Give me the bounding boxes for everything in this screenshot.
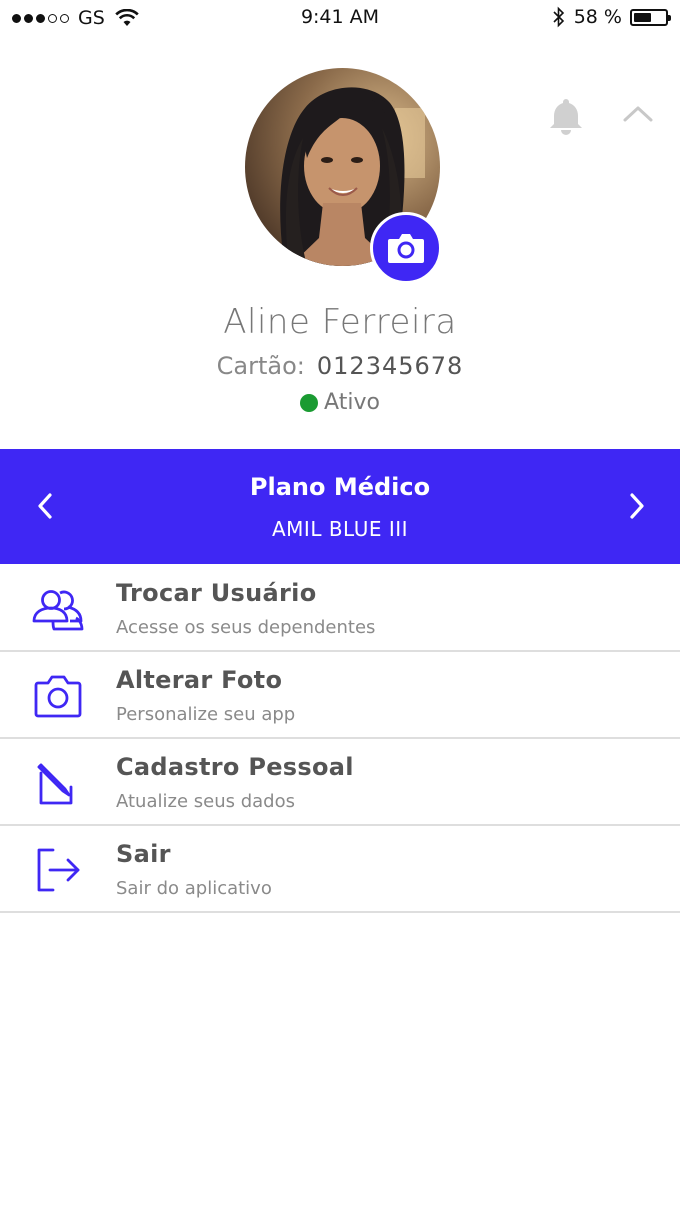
- menu-item-subtitle: Acesse os seus dependentes: [116, 617, 376, 638]
- menu-item-title: Sair: [116, 840, 171, 868]
- menu-item-icon: [28, 670, 88, 722]
- battery-percentage: 58 %: [573, 6, 622, 28]
- status-right: 58 %: [552, 6, 671, 28]
- logout-icon: [37, 848, 80, 892]
- status-indicator-icon: [300, 393, 319, 412]
- bell-icon: [550, 99, 582, 135]
- menu-item-switch-user[interactable]: Trocar Usuário Acesse os seus dependente…: [0, 565, 680, 652]
- edit-icon: [37, 763, 73, 805]
- chevron-right-icon: [630, 493, 644, 519]
- menu-item-title: Cadastro Pessoal: [116, 753, 354, 781]
- users-icon: [32, 590, 84, 631]
- menu-item-title: Alterar Foto: [116, 666, 283, 694]
- plan-selector: Plano Médico AMIL BLUE III: [0, 449, 680, 564]
- camera-icon: [388, 234, 424, 263]
- next-plan-button[interactable]: [622, 489, 652, 523]
- status-bar: GS 9:41 AM 58 %: [0, 0, 680, 38]
- plan-title: Plano Médico: [249, 473, 431, 501]
- menu-list: Trocar Usuário Acesse os seus dependente…: [0, 565, 680, 913]
- collapse-button[interactable]: [622, 104, 654, 128]
- battery-level: [634, 12, 652, 22]
- bluetooth-icon: [553, 6, 564, 28]
- camera-icon: [34, 675, 82, 718]
- card-number: 012345678: [316, 352, 464, 380]
- menu-item-personal-data[interactable]: Cadastro Pessoal Atualize seus dados: [0, 739, 680, 826]
- plan-name: AMIL BLUE III: [271, 517, 409, 541]
- menu-item-logout[interactable]: Sair Sair do aplicativo: [0, 826, 680, 913]
- user-name: Aline Ferreira: [223, 302, 457, 342]
- notifications-button[interactable]: [546, 96, 586, 140]
- menu-item-icon: [28, 757, 88, 809]
- menu-item-subtitle: Atualize seus dados: [116, 791, 295, 812]
- menu-item-change-photo[interactable]: Alterar Foto Personalize seu app: [0, 652, 680, 739]
- status-badge: Ativo: [0, 390, 680, 415]
- menu-item-title: Trocar Usuário: [116, 579, 317, 607]
- card-info: Cartão: 012345678: [0, 352, 680, 380]
- change-photo-button[interactable]: [370, 212, 442, 284]
- menu-item-icon: [28, 844, 88, 896]
- menu-item-subtitle: Sair do aplicativo: [116, 878, 272, 899]
- card-label: Cartão:: [216, 352, 305, 380]
- menu-item-icon: [28, 583, 88, 635]
- status-text: Ativo: [324, 390, 380, 415]
- chevron-up-icon: [623, 106, 653, 122]
- menu-item-subtitle: Personalize seu app: [116, 704, 296, 725]
- battery-icon: [630, 8, 671, 26]
